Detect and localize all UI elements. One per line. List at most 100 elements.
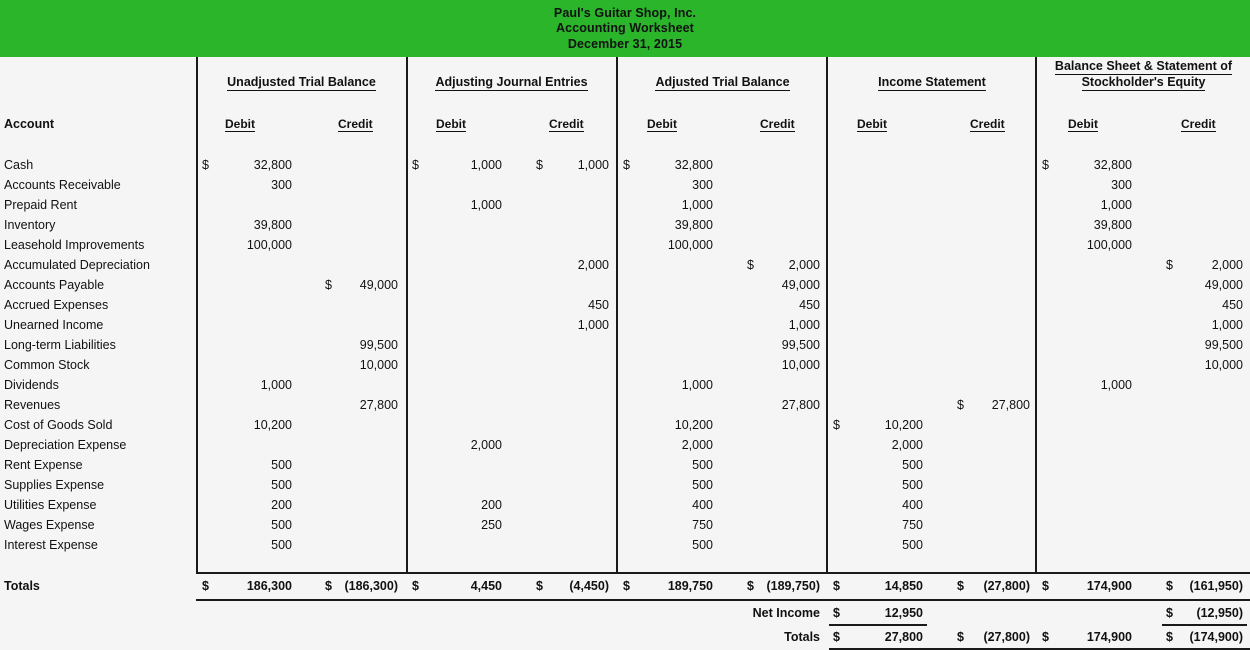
adjusting-debit-currency: $ (412, 158, 419, 172)
income-credit-value: (27,800) (983, 579, 1030, 593)
adjusted-credit-value: 450 (799, 298, 820, 312)
adjusted-debit-value: 300 (692, 178, 713, 192)
worksheet-rows: Cash $32,800 $1,000 $1,000 $32,800 $32,800 Acc… (0, 155, 1250, 555)
adjusted-debit-value: 100,000 (667, 238, 713, 252)
unadjusted-debit-value: 39,800 (253, 218, 292, 232)
account-name: Inventory (4, 218, 56, 232)
balance-debit-value: 1,000 (1100, 378, 1132, 392)
balance-debit-value: 100,000 (1086, 238, 1132, 252)
unadjusted-debit-value: 500 (271, 518, 292, 532)
income-debit-currency: $ (833, 579, 840, 593)
adjusting-debit-value: 250 (481, 518, 502, 532)
adjusting-debit-currency: $ (412, 579, 419, 593)
table-row: Prepaid Rent 1,000 1,000 1,000 (0, 195, 1250, 215)
account-name: Utilities Expense (4, 498, 97, 512)
unadjusted-debit-value: 32,800 (253, 158, 292, 172)
net-income-label: Net Income (752, 606, 820, 620)
adjusting-debit-value: 4,450 (470, 579, 502, 593)
balance-credit-value: (12,950) (1196, 606, 1243, 620)
credit-header-bs: Credit (1181, 117, 1216, 132)
adjusted-credit-currency: $ (747, 258, 754, 272)
adjusting-credit-currency: $ (536, 158, 543, 172)
adjusting-credit-value: 1,000 (577, 318, 609, 332)
adjusted-debit-value: 1,000 (681, 378, 713, 392)
income-debit-value: 500 (902, 538, 923, 552)
balance-credit-value: 450 (1222, 298, 1243, 312)
adjusting-credit-currency: $ (536, 579, 543, 593)
account-name: Accrued Expenses (4, 298, 109, 312)
adjusted-debit-currency: $ (623, 579, 630, 593)
income-debit-value: 12,950 (884, 606, 923, 620)
account-name: Supplies Expense (4, 478, 105, 492)
table-row: Accounts Receivable 300 300 300 (0, 175, 1250, 195)
account-name: Common Stock (4, 358, 90, 372)
balance-debit-currency: $ (1042, 630, 1049, 644)
credit-header-is: Credit (970, 117, 1005, 132)
credit-header-utb: Credit (338, 117, 373, 132)
table-row: Revenues 27,800 27,800 $27,800 (0, 395, 1250, 415)
income-debit-value: 750 (902, 518, 923, 532)
balance-credit-value: 2,000 (1211, 258, 1243, 272)
income-debit-value: 2,000 (891, 438, 923, 452)
account-name: Unearned Income (4, 318, 104, 332)
unadjusted-credit-value: 49,000 (359, 278, 398, 292)
table-row: Inventory 39,800 39,800 39,800 (0, 215, 1250, 235)
table-row: Utilities Expense 200 200 400 400 (0, 495, 1250, 515)
adjusted-debit-value: 10,200 (674, 418, 713, 432)
unadjusted-credit-value: 10,000 (359, 358, 398, 372)
title-band: Paul's Guitar Shop, Inc. Accounting Work… (0, 0, 1250, 57)
debit-header-is: Debit (857, 117, 887, 132)
table-row: Common Stock 10,000 10,000 10,000 (0, 355, 1250, 375)
balance-credit-value: 49,000 (1204, 278, 1243, 292)
adjusted-credit-value: 1,000 (788, 318, 820, 332)
unadjusted-credit-currency: $ (325, 278, 332, 292)
table-row: Cost of Goods Sold 10,200 10,200 $10,200 (0, 415, 1250, 435)
income-debit-currency: $ (833, 418, 840, 432)
account-name: Dividends (4, 378, 59, 392)
account-name: Cash (4, 158, 34, 172)
debit-header-aje: Debit (436, 117, 466, 132)
totals-label: Totals (4, 579, 40, 593)
adjusted-debit-value: 750 (692, 518, 713, 532)
table-row: Rent Expense 500 500 500 (0, 455, 1250, 475)
adjusted-credit-currency: $ (747, 579, 754, 593)
income-credit-currency: $ (957, 630, 964, 644)
balance-credit-currency: $ (1166, 606, 1173, 620)
table-row: Depreciation Expense 2,000 2,000 2,000 (0, 435, 1250, 455)
table-row: Dividends 1,000 1,000 1,000 (0, 375, 1250, 395)
unadjusted-debit-currency: $ (202, 579, 209, 593)
income-debit-value: 500 (902, 478, 923, 492)
balance-debit-value: 1,000 (1100, 198, 1132, 212)
adjusting-debit-value: 200 (481, 498, 502, 512)
totals-bottom-rule (196, 599, 1250, 601)
income-debit-currency: $ (833, 630, 840, 644)
balance-debit-currency: $ (1042, 158, 1049, 172)
income-debit-value: 14,850 (884, 579, 923, 593)
column-header-zone: Account Unadjusted Trial Balance Adjusti… (0, 57, 1250, 141)
income-debit-currency: $ (833, 606, 840, 620)
unadjusted-credit-value: (186,300) (344, 579, 398, 593)
unadjusted-debit-value: 200 (271, 498, 292, 512)
adjusted-credit-value: 49,000 (781, 278, 820, 292)
income-credit-currency: $ (957, 579, 964, 593)
adjusted-debit-value: 39,800 (674, 218, 713, 232)
totals-top-rule (196, 572, 1250, 574)
balance-credit-currency: $ (1166, 258, 1173, 272)
unadjusted-credit-currency: $ (325, 579, 332, 593)
table-row: Supplies Expense 500 500 500 (0, 475, 1250, 495)
income-credit-currency: $ (957, 398, 964, 412)
credit-header-aje: Credit (549, 117, 584, 132)
unadjusted-debit-value: 300 (271, 178, 292, 192)
group-header-balance-sheet: Balance Sheet & Statement of Stockholder… (1054, 59, 1233, 91)
unadjusted-debit-value: 500 (271, 538, 292, 552)
account-column-header: Account (4, 117, 54, 131)
balance-credit-value: 99,500 (1204, 338, 1243, 352)
adjusted-debit-value: 32,800 (674, 158, 713, 172)
balance-debit-value: 174,900 (1086, 630, 1132, 644)
adjusted-debit-value: 500 (692, 458, 713, 472)
balance-credit-value: 10,000 (1204, 358, 1243, 372)
group-header-unadjusted-trial-balance: Unadjusted Trial Balance (227, 75, 376, 91)
accounting-worksheet: Paul's Guitar Shop, Inc. Accounting Work… (0, 0, 1250, 650)
unadjusted-debit-value: 10,200 (253, 418, 292, 432)
unadjusted-debit-currency: $ (202, 158, 209, 172)
